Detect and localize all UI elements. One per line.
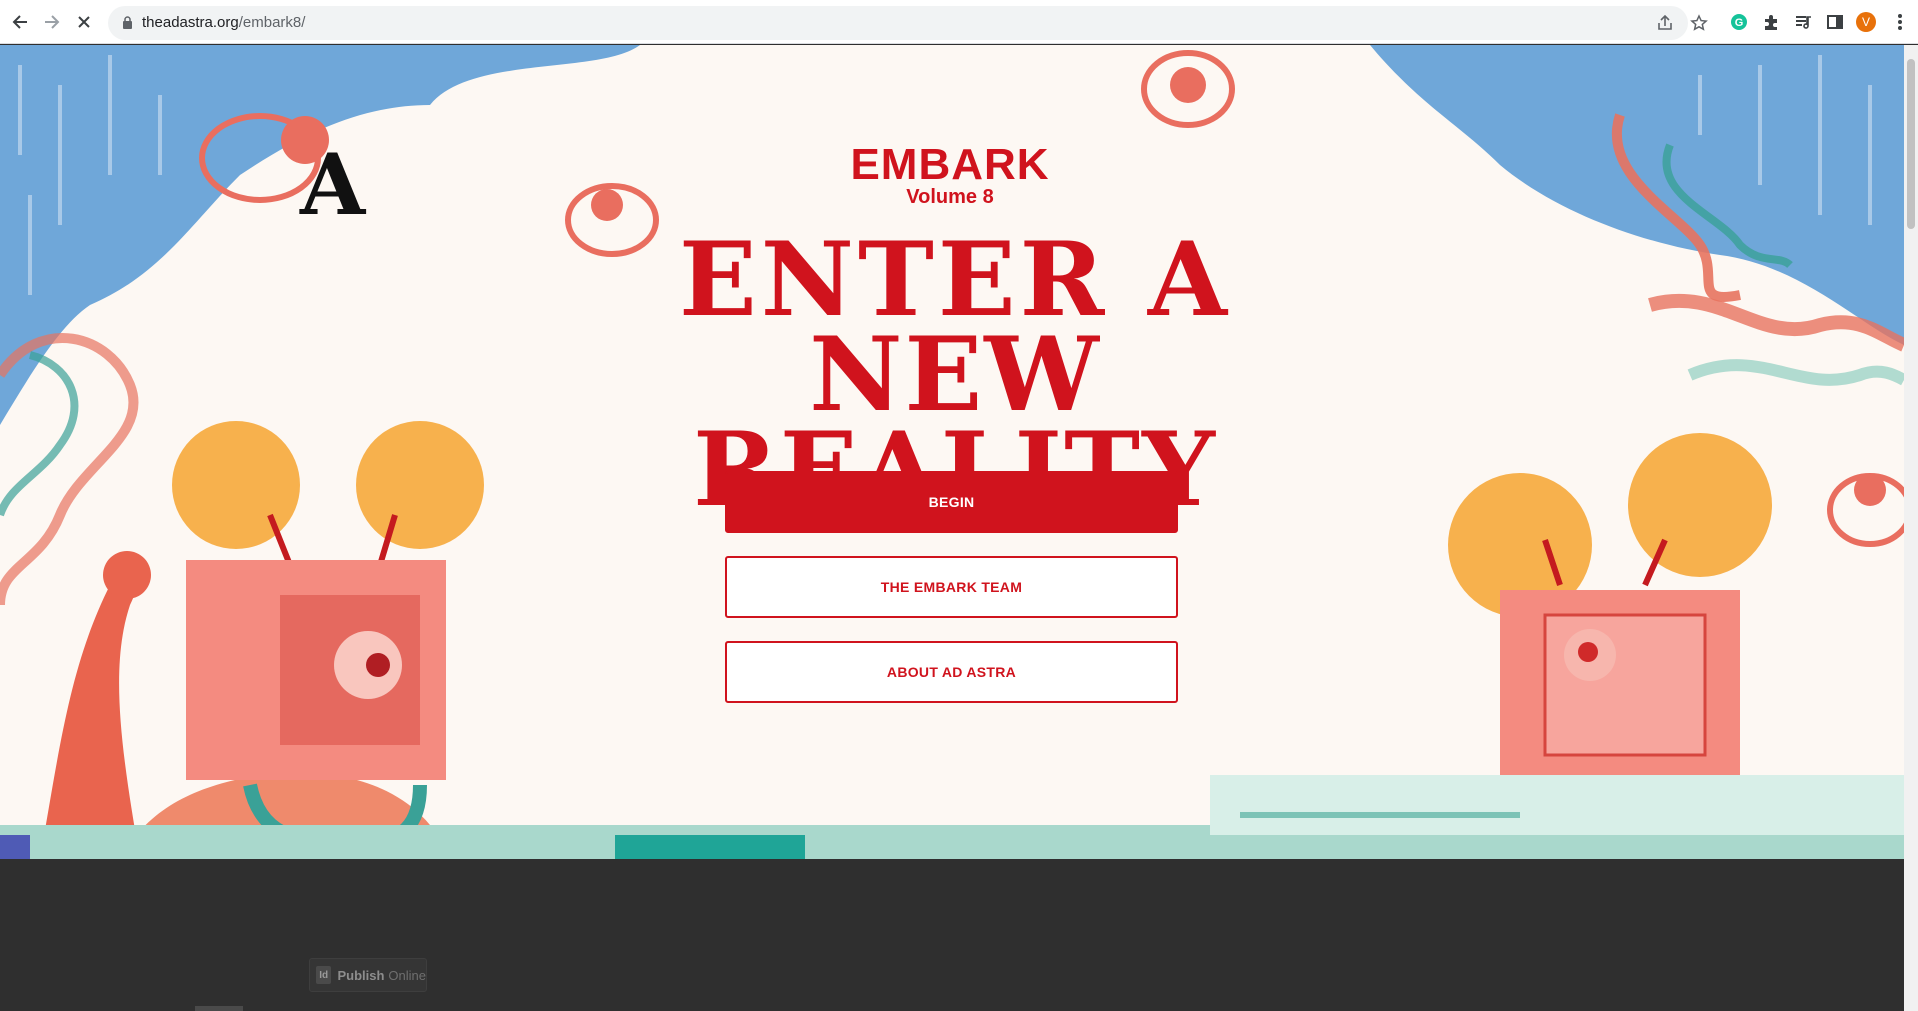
lock-icon[interactable]	[122, 16, 133, 29]
bottom-tab-indicator	[195, 1006, 243, 1011]
extensions-puzzle-icon[interactable]	[1760, 11, 1782, 33]
forward-arrow-icon[interactable]	[40, 10, 64, 34]
begin-button[interactable]: BEGIN	[725, 471, 1178, 533]
publication-title: EMBARK Volume 8	[840, 140, 1060, 208]
online-label: Online	[388, 967, 426, 983]
indesign-icon: Id	[316, 966, 332, 984]
volume-label: Volume 8	[906, 186, 994, 208]
back-arrow-icon[interactable]	[8, 10, 32, 34]
grammarly-extension-icon[interactable]: G	[1728, 11, 1750, 33]
more-options-icon[interactable]	[1890, 12, 1910, 32]
embark-title: EMBARK	[850, 140, 1050, 189]
stop-loading-icon[interactable]	[72, 10, 96, 34]
hero-section: A EMBARK Volume 8 ENTER A NEW REALITY BE…	[0, 45, 1904, 859]
svg-text:G: G	[1735, 17, 1744, 29]
address-bar[interactable]: theadastra.org/embark8/	[108, 6, 1708, 40]
ad-astra-logo[interactable]: A	[300, 143, 365, 227]
url-text[interactable]: theadastra.org/embark8/	[142, 14, 305, 31]
side-panel-icon[interactable]	[1824, 11, 1846, 33]
media-controls-icon[interactable]	[1792, 11, 1814, 33]
embark-team-button[interactable]: THE EMBARK TEAM	[725, 556, 1178, 618]
profile-avatar[interactable]: V	[1856, 12, 1876, 32]
headline-line-1: ENTER A	[678, 220, 1232, 340]
scrollbar-thumb[interactable]	[1907, 59, 1915, 229]
publish-label: Publish	[337, 967, 385, 983]
about-ad-astra-button[interactable]: ABOUT AD ASTRA	[725, 641, 1178, 703]
viewer-footer	[0, 859, 1904, 1011]
publish-online-badge[interactable]: Id Publish Online	[309, 958, 427, 992]
share-icon[interactable]	[1656, 14, 1674, 32]
browser-toolbar: theadastra.org/embark8/ G V	[0, 0, 1918, 44]
page-scrollbar[interactable]	[1904, 45, 1918, 1011]
url-domain: theadastra.org	[142, 14, 239, 31]
url-path: /embark8/	[238, 14, 306, 31]
bookmark-star-icon[interactable]	[1690, 14, 1708, 32]
